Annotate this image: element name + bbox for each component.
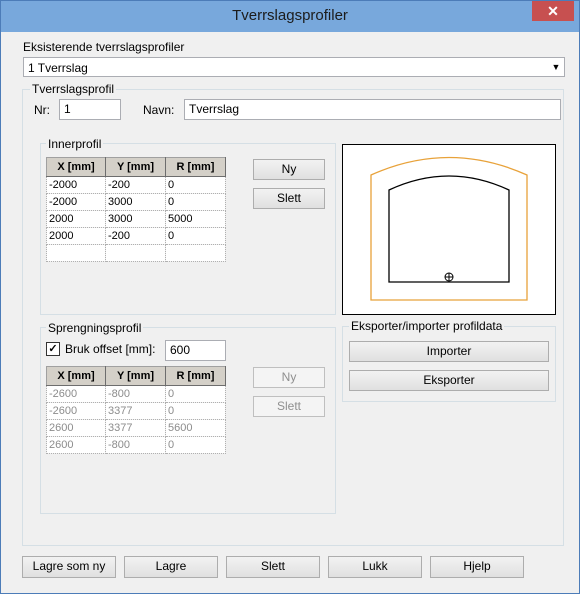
- close-icon[interactable]: ✕: [547, 3, 559, 19]
- export-button[interactable]: Eksporter: [349, 370, 549, 391]
- cell[interactable]: -200: [105, 176, 166, 194]
- cell[interactable]: -2000: [46, 176, 106, 194]
- cell[interactable]: -2000: [46, 193, 106, 211]
- crosshair-circle-icon: [444, 272, 454, 282]
- table-row[interactable]: 2600 -800 0: [46, 436, 226, 454]
- blast-new-button[interactable]: Ny: [253, 367, 325, 388]
- help-button[interactable]: Hjelp: [430, 556, 524, 578]
- existing-profiles-label: Eksisterende tverrslagsprofiler: [23, 40, 185, 54]
- name-input[interactable]: Tverrslag: [184, 99, 561, 120]
- table-row-empty[interactable]: [46, 244, 226, 262]
- nr-value: 1: [64, 102, 71, 116]
- chevron-down-icon[interactable]: ▼: [548, 58, 564, 76]
- cell[interactable]: [46, 244, 106, 262]
- cell[interactable]: 5000: [165, 210, 226, 228]
- column-header-x[interactable]: X [mm]: [46, 366, 106, 386]
- inner-profile-label: Innerprofil: [46, 137, 104, 151]
- cell[interactable]: 3377: [105, 419, 166, 437]
- inner-delete-button[interactable]: Slett: [253, 188, 325, 209]
- table-row[interactable]: 2000 3000 5000: [46, 210, 226, 228]
- table-row[interactable]: 2000 -200 0: [46, 227, 226, 245]
- cell[interactable]: -800: [105, 385, 166, 403]
- nr-input[interactable]: 1: [59, 99, 121, 120]
- existing-profiles-selected: 1 Tverrslag: [28, 61, 88, 75]
- export-import-label: Eksporter/importer profildata: [349, 319, 505, 333]
- window-title: Tverrslagsprofiler: [232, 7, 348, 24]
- cell[interactable]: 0: [165, 176, 226, 194]
- checkmark-icon: ✓: [48, 343, 58, 355]
- cell[interactable]: 2600: [46, 419, 106, 437]
- cell[interactable]: -800: [105, 436, 166, 454]
- inner-profile-table[interactable]: X [mm] Y [mm] R [mm] -2000 -200 0 -2000 300…: [46, 157, 226, 262]
- table-row[interactable]: -2000 -200 0: [46, 176, 226, 194]
- dialog-content: Eksisterende tverrslagsprofiler 1 Tverrs…: [9, 32, 571, 585]
- cell[interactable]: -2600: [46, 385, 106, 403]
- offset-label: Bruk offset [mm]:: [65, 342, 156, 356]
- blast-profile-table[interactable]: X [mm] Y [mm] R [mm] -2600 -800 0 -2600 337…: [46, 366, 226, 454]
- save-as-new-button[interactable]: Lagre som ny: [22, 556, 116, 578]
- table-row[interactable]: -2600 -800 0: [46, 385, 226, 403]
- profile-preview-drawing: [370, 156, 528, 301]
- cell[interactable]: 3377: [105, 402, 166, 420]
- table-row[interactable]: 2600 3377 5600: [46, 419, 226, 437]
- offset-input[interactable]: 600: [165, 340, 226, 361]
- cell[interactable]: 0: [165, 227, 226, 245]
- cell[interactable]: [105, 244, 166, 262]
- blast-delete-button[interactable]: Slett: [253, 396, 325, 417]
- cell[interactable]: 0: [165, 193, 226, 211]
- column-header-r[interactable]: R [mm]: [165, 366, 226, 386]
- cell[interactable]: -200: [105, 227, 166, 245]
- cell[interactable]: 0: [165, 402, 226, 420]
- column-header-r[interactable]: R [mm]: [165, 157, 226, 177]
- column-header-x[interactable]: X [mm]: [46, 157, 106, 177]
- table-row[interactable]: -2600 3377 0: [46, 402, 226, 420]
- close-button[interactable]: Lukk: [328, 556, 422, 578]
- cell[interactable]: 0: [165, 436, 226, 454]
- profile-group-label: Tverrslagsprofil: [30, 82, 117, 96]
- cell[interactable]: 3000: [105, 210, 166, 228]
- title-bar[interactable]: Tverrslagsprofiler ✕: [1, 1, 579, 32]
- import-button[interactable]: Importer: [349, 341, 549, 362]
- name-value: Tverrslag: [189, 102, 240, 116]
- cell[interactable]: 2000: [46, 227, 106, 245]
- blast-profile-label: Sprengningsprofil: [46, 321, 144, 335]
- cell[interactable]: -2600: [46, 402, 106, 420]
- offset-checkbox[interactable]: ✓: [46, 342, 60, 356]
- inner-new-button[interactable]: Ny: [253, 159, 325, 180]
- existing-profiles-select[interactable]: 1 Tverrslag ▼: [23, 57, 565, 77]
- delete-button[interactable]: Slett: [226, 556, 320, 578]
- cell[interactable]: 0: [165, 385, 226, 403]
- column-header-y[interactable]: Y [mm]: [105, 157, 166, 177]
- cell[interactable]: 2600: [46, 436, 106, 454]
- cell[interactable]: 3000: [105, 193, 166, 211]
- save-button[interactable]: Lagre: [124, 556, 218, 578]
- column-header-y[interactable]: Y [mm]: [105, 366, 166, 386]
- nr-label: Nr:: [34, 103, 50, 117]
- cell[interactable]: 2000: [46, 210, 106, 228]
- inner-profile-outline: [388, 175, 510, 283]
- close-window-button[interactable]: ✕: [532, 1, 574, 21]
- cell[interactable]: 5600: [165, 419, 226, 437]
- offset-value: 600: [170, 343, 191, 357]
- cell[interactable]: [165, 244, 226, 262]
- dialog-window: Tverrslagsprofiler ✕ Eksisterende tverrs…: [0, 0, 580, 594]
- name-label: Navn:: [143, 103, 175, 117]
- profile-preview: [342, 144, 556, 315]
- table-row[interactable]: -2000 3000 0: [46, 193, 226, 211]
